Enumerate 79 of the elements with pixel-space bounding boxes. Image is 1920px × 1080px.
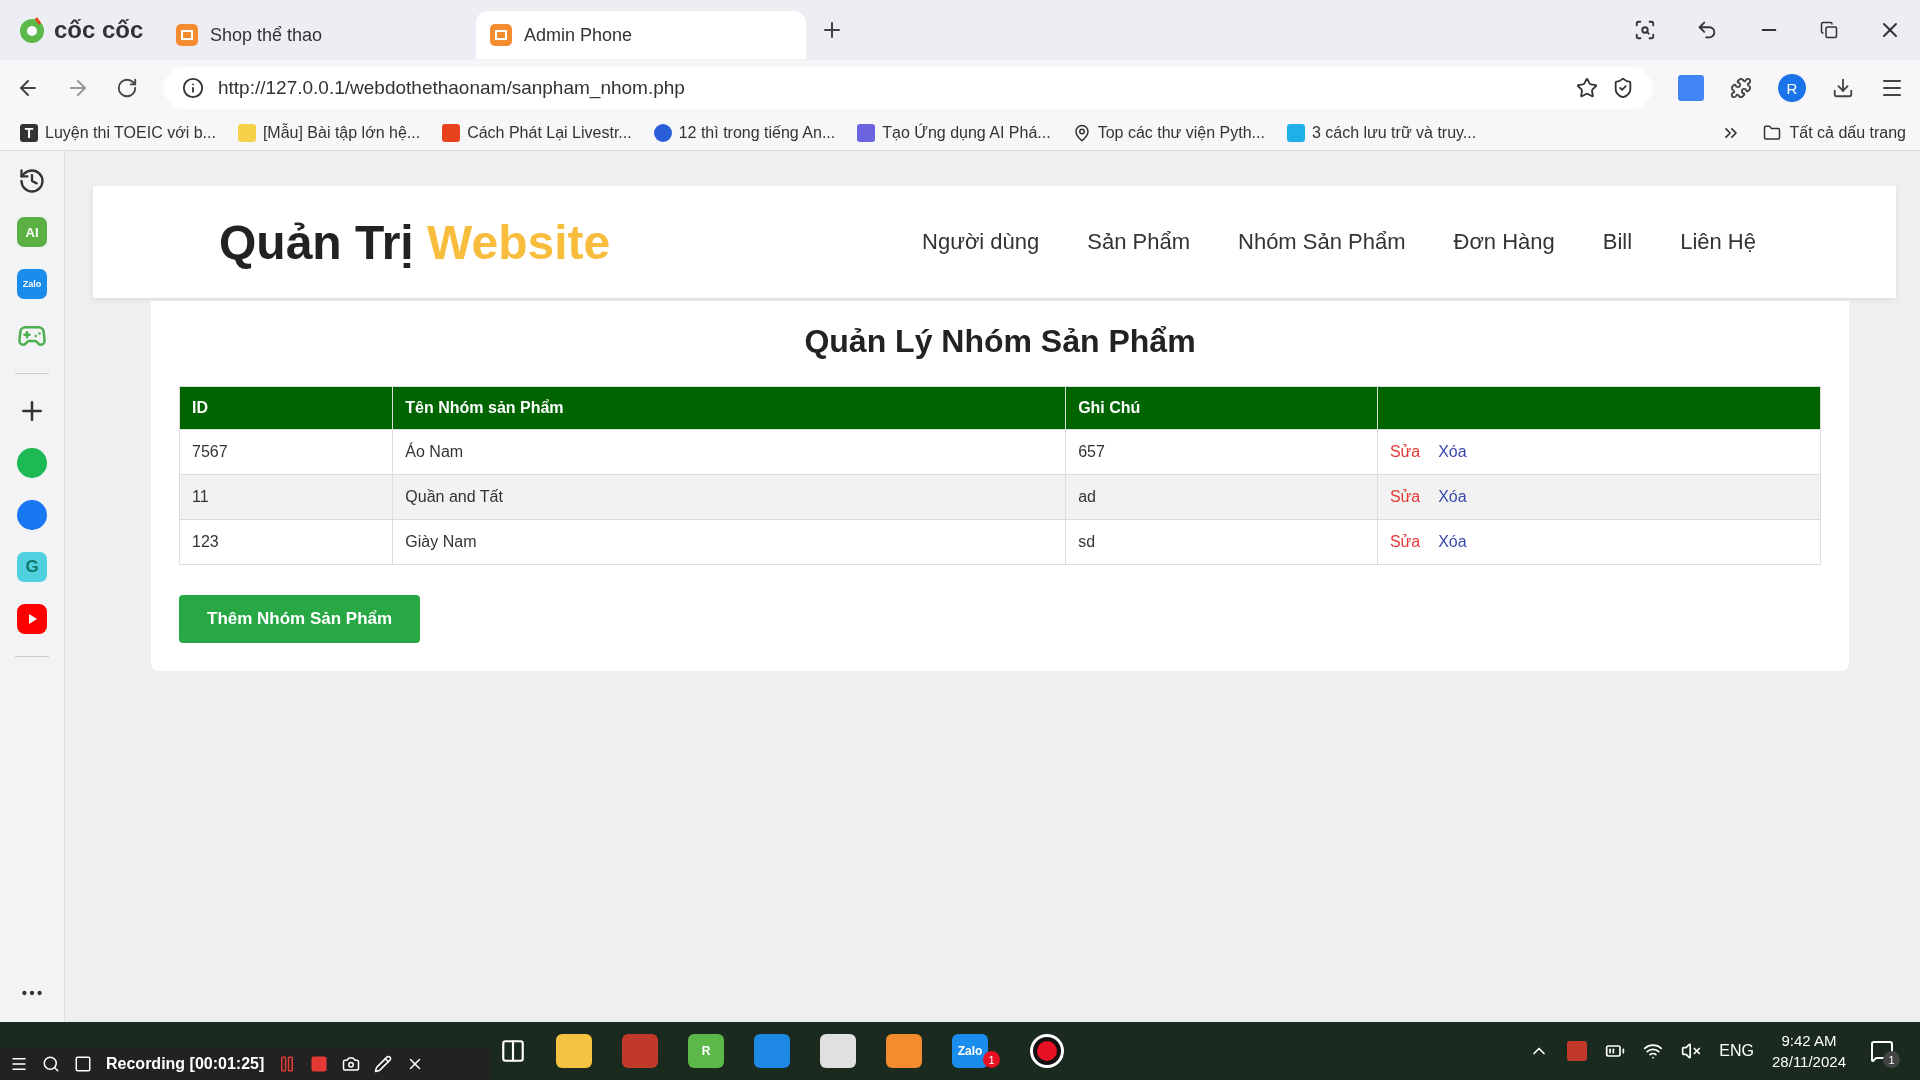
folder-icon[interactable] [1763, 124, 1782, 142]
nav-link[interactable]: Liên Hệ [1680, 229, 1756, 255]
edit-link[interactable]: Sửa [1389, 488, 1421, 505]
bookmark-icon [857, 124, 876, 142]
tab-favicon [176, 24, 198, 46]
bookmark-item[interactable]: [Mẫu] Bài tập lớn hệ... [237, 124, 421, 142]
profile-avatar[interactable]: R [1778, 74, 1806, 102]
pin-icon [1072, 124, 1091, 142]
wifi-icon[interactable] [1643, 1041, 1664, 1061]
bookmark-icon [442, 124, 461, 142]
download-icon[interactable] [1832, 77, 1854, 99]
nav-link[interactable]: Bill [1602, 229, 1633, 255]
table-cell: 657 [1065, 429, 1378, 475]
table-cell: Quần and Tất [392, 474, 1066, 520]
reload-icon[interactable] [116, 77, 138, 99]
menu-icon[interactable] [10, 1055, 28, 1073]
nav-link[interactable]: Nhóm Sản Phẩm [1238, 229, 1406, 255]
browser-tab[interactable]: Admin Phone [476, 11, 806, 59]
tab-favicon [490, 24, 512, 46]
recording-status: Recording [00:01:25] [106, 1055, 265, 1073]
stop-icon[interactable] [310, 1055, 329, 1073]
history-icon[interactable] [18, 167, 46, 195]
table-cell: sd [1065, 519, 1378, 565]
chat-app-icon[interactable]: Zalo [952, 1034, 988, 1068]
nav-link[interactable]: Người dùng [922, 229, 1040, 255]
region-icon[interactable] [74, 1055, 92, 1073]
page-heading: Quản Lý Nhóm Sản Phẩm [803, 323, 1197, 360]
nav-link[interactable]: Sản Phẩm [1087, 229, 1190, 255]
chat-app-icon[interactable]: Zalo [17, 269, 47, 299]
shield-icon[interactable] [1612, 77, 1634, 99]
table-cell: 11 [179, 474, 393, 520]
bookmark-icon [1286, 124, 1305, 142]
table-cell: Áo Nam [392, 429, 1066, 475]
table-cell: 7567 [179, 429, 393, 475]
clock[interactable]: 9:42 AM 28/11/2024 [1772, 1032, 1846, 1070]
info-icon [182, 77, 204, 99]
address-bar[interactable]: http://127.0.0.1/webdothethaonam/sanpham_nhom.php [164, 67, 1652, 109]
bookmark-icon: T [20, 124, 38, 142]
delete-link[interactable]: Xóa [1438, 443, 1467, 460]
table-cell: Giày Nam [392, 519, 1066, 565]
logo-icon [18, 16, 46, 44]
record-app-icon[interactable] [1030, 1034, 1064, 1068]
bookmark-item[interactable]: 3 cách lưu trữ và truy... [1286, 124, 1477, 142]
edit-link[interactable]: Sửa [1389, 533, 1421, 550]
notification-badge: 1 [983, 1051, 1000, 1068]
column-header: Ghi Chú [1065, 386, 1378, 430]
mute-icon[interactable] [1681, 1041, 1702, 1061]
site-title: Quản Trị Website [219, 214, 612, 270]
nav-link[interactable]: Đơn Hàng [1453, 229, 1555, 255]
extensions-icon[interactable] [1730, 77, 1752, 99]
bookmark-item[interactable]: T Luyện thi TOEIC với b... [20, 124, 216, 142]
edit-link[interactable]: Sửa [1389, 443, 1421, 460]
bookmark-item[interactable]: Cách Phát Lại Livestr... [442, 124, 632, 142]
browser-brand: cốc cốc [54, 16, 144, 44]
delete-link[interactable]: Xóa [1438, 533, 1467, 550]
screen-search-icon[interactable] [1634, 19, 1656, 41]
notification-badge: 1 [1883, 1051, 1900, 1068]
browser-tab[interactable]: Shop thể thao [162, 11, 462, 59]
bookmark-item[interactable]: Top các thư viện Pyth... [1072, 124, 1265, 142]
search-icon[interactable] [42, 1055, 60, 1073]
pencil-icon[interactable] [374, 1055, 393, 1073]
task-view-icon[interactable] [500, 1038, 526, 1064]
table-cell: 123 [179, 519, 393, 565]
column-header: ID [179, 386, 393, 430]
camera-icon[interactable] [342, 1055, 361, 1073]
bookmark-icon [653, 124, 672, 142]
language-indicator[interactable]: ENG [1719, 1042, 1755, 1060]
restore-icon[interactable] [1820, 21, 1838, 39]
bookmark-icon [237, 124, 256, 142]
back-arrow-icon[interactable] [1696, 19, 1718, 41]
all-bookmarks-item[interactable]: Tất cả dấu trang [1789, 124, 1906, 142]
bookmark-star-icon[interactable] [1576, 77, 1598, 99]
url-text: http://127.0.0.1/webdothethaonam/sanpham_nhom.php [218, 77, 686, 99]
bookmark-item[interactable]: Tạo Ứng dụng AI Phá... [857, 124, 1051, 142]
column-header: Tên Nhóm sản Phẩm [392, 386, 1066, 430]
table-cell: ad [1065, 474, 1378, 520]
video-app-icon[interactable] [17, 604, 47, 634]
delete-link[interactable]: Xóa [1438, 488, 1467, 505]
bookmark-item[interactable]: 12 thì trong tiếng An... [653, 124, 836, 142]
